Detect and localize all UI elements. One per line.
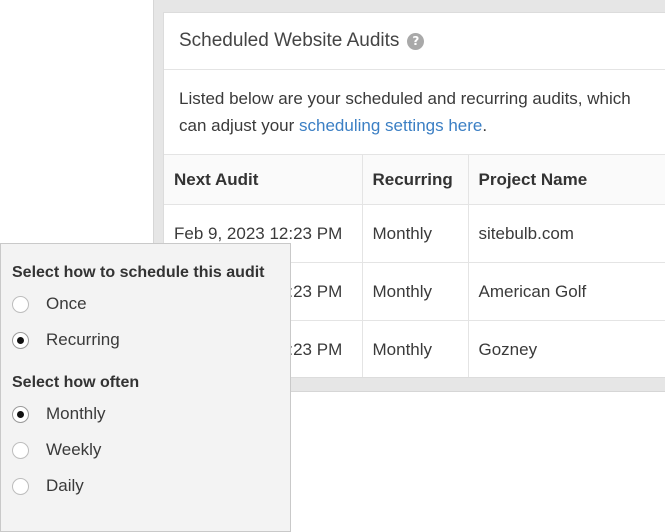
cell-recurring: Monthly bbox=[362, 262, 469, 321]
frequency-label: Select how often bbox=[12, 374, 140, 391]
radio-label: Daily bbox=[46, 476, 84, 495]
description-line-2: can adjust your bbox=[179, 116, 300, 135]
cell-recurring: Monthly bbox=[362, 204, 469, 263]
radio-option-recurring[interactable]: Recurring bbox=[12, 322, 290, 358]
column-header-next-audit[interactable]: Next Audit bbox=[164, 154, 363, 205]
description-line-1: Listed below are your scheduled and recu… bbox=[179, 89, 631, 108]
table-header-row: Next Audit Recurring Project Name bbox=[164, 154, 665, 205]
radio-option-daily[interactable]: Daily bbox=[12, 468, 290, 504]
schedule-options-popover: Select how to schedule this audit Once R… bbox=[0, 243, 291, 532]
panel-description: Listed below are your scheduled and recu… bbox=[164, 70, 665, 154]
radio-button-selected[interactable] bbox=[12, 331, 29, 349]
help-icon[interactable]: ? bbox=[407, 32, 425, 50]
cell-recurring: Monthly bbox=[362, 320, 469, 377]
radio-option-monthly[interactable]: Monthly bbox=[12, 396, 290, 432]
radio-label: Monthly bbox=[46, 404, 106, 423]
radio-button[interactable] bbox=[12, 295, 29, 313]
cell-project-name: sitebulb.com bbox=[468, 204, 665, 263]
scheduling-settings-link[interactable]: scheduling settings here bbox=[299, 116, 482, 135]
radio-option-once[interactable]: Once bbox=[12, 286, 290, 322]
radio-button-selected[interactable] bbox=[12, 405, 29, 423]
frequency-radio-group: Monthly Weekly Daily bbox=[12, 396, 290, 504]
schedule-type-label: Select how to schedule this audit bbox=[12, 264, 265, 281]
radio-button[interactable] bbox=[12, 477, 29, 495]
radio-button[interactable] bbox=[12, 441, 29, 459]
panel-header: Scheduled Website Audits ? bbox=[164, 13, 665, 70]
description-period: . bbox=[482, 116, 488, 135]
radio-label: Weekly bbox=[46, 440, 102, 459]
column-header-recurring[interactable]: Recurring bbox=[362, 154, 469, 205]
radio-option-weekly[interactable]: Weekly bbox=[12, 432, 290, 468]
cell-project-name: Gozney bbox=[468, 320, 665, 377]
radio-label: Recurring bbox=[46, 330, 120, 349]
radio-label: Once bbox=[46, 294, 87, 313]
column-header-project-name[interactable]: Project Name bbox=[468, 154, 665, 205]
schedule-type-radio-group: Once Recurring bbox=[12, 286, 290, 358]
cell-project-name: American Golf bbox=[468, 262, 665, 321]
panel-title: Scheduled Website Audits bbox=[179, 30, 400, 51]
